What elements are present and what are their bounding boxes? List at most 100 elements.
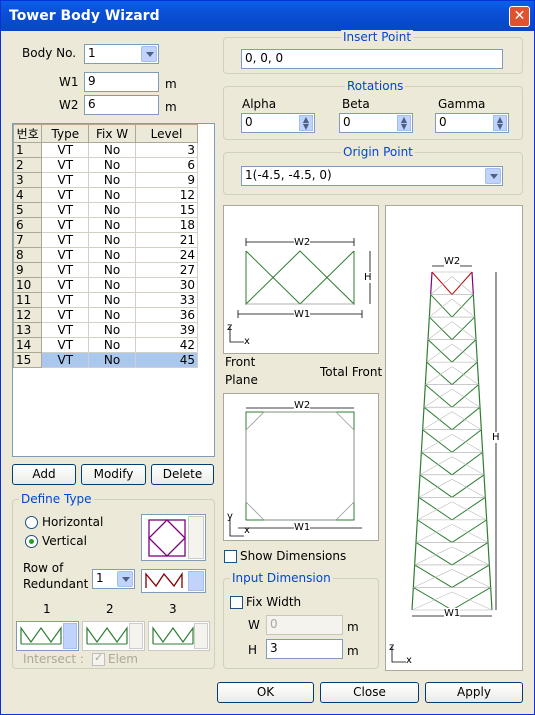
type-cell[interactable]: VT [41,292,90,308]
fixw-cell[interactable]: No [88,337,136,353]
vertical-pattern-select[interactable] [141,569,206,593]
table-row[interactable]: 9 VT No 27 [13,262,199,278]
row-number-cell[interactable]: 13 [13,322,43,338]
level-cell[interactable]: 12 [134,187,199,203]
level-cell[interactable]: 9 [134,172,199,188]
table-row[interactable]: 4 VT No 12 [13,187,199,203]
table-row[interactable]: 11 VT No 33 [13,292,199,308]
type-cell[interactable]: VT [41,277,90,293]
fixw-cell[interactable]: No [88,217,136,233]
level-cell[interactable]: 27 [134,262,199,278]
level-table[interactable]: 번호 Type Fix W Level 1 VT No 3 2 VT No 6 3 VT No 9 4 V… [12,123,215,457]
table-row[interactable]: 13 VT No 39 [13,322,199,338]
row-number-cell[interactable]: 4 [13,187,43,203]
fixw-cell[interactable]: No [88,352,136,368]
chevron-down-icon[interactable] [117,571,133,587]
level-cell[interactable]: 6 [134,157,199,173]
col-header-level[interactable]: Level [134,124,199,143]
apply-button[interactable]: Apply [425,682,523,703]
fixw-cell[interactable]: No [88,277,136,293]
vertical-radio[interactable] [25,535,38,548]
type-cell[interactable]: VT [41,172,90,188]
level-cell[interactable]: 33 [134,292,199,308]
plan-type-select[interactable] [141,514,206,561]
fixw-cell[interactable]: No [88,172,136,188]
row-number-cell[interactable]: 6 [13,217,43,233]
chevron-down-icon[interactable] [63,623,77,649]
modify-button[interactable]: Modify [81,464,146,485]
insert-point-input[interactable]: 0, 0, 0 [241,49,503,69]
fixw-cell[interactable]: No [88,262,136,278]
type-cell[interactable]: VT [41,202,90,218]
level-cell[interactable]: 3 [134,142,199,158]
type-cell[interactable]: VT [41,307,90,323]
add-button[interactable]: Add [12,464,76,485]
type-cell[interactable]: VT [41,262,90,278]
spinner-icon[interactable]: ▲ ▼ [397,115,411,131]
w1-input[interactable]: 9 [84,72,159,92]
fixw-cell[interactable]: No [88,307,136,323]
fixw-cell[interactable]: No [88,247,136,263]
chevron-down-icon[interactable] [188,516,204,559]
level-cell[interactable]: 15 [134,202,199,218]
col-header-fixw[interactable]: Fix W [88,124,136,143]
chevron-down-icon[interactable] [141,46,157,62]
delete-button[interactable]: Delete [151,464,214,485]
fixw-cell[interactable]: No [88,292,136,308]
table-row[interactable]: 6 VT No 18 [13,217,199,233]
row-number-cell[interactable]: 11 [13,292,43,308]
type-cell[interactable]: VT [41,187,90,203]
spinner-icon[interactable]: ▲ ▼ [493,115,507,131]
fixw-cell[interactable]: No [88,232,136,248]
row-number-cell[interactable]: 10 [13,277,43,293]
fixw-cell[interactable]: No [88,202,136,218]
type-cell[interactable]: VT [41,322,90,338]
table-row[interactable]: 1 VT No 3 [13,142,199,158]
row-number-cell[interactable]: 2 [13,157,43,173]
fix-width-checkbox[interactable] [230,596,243,609]
fixw-cell[interactable]: No [88,157,136,173]
beta-input[interactable]: 0 ▲ ▼ [339,113,413,133]
table-row[interactable]: 14 VT No 42 [13,337,199,353]
redundant-select[interactable]: 1 [92,569,135,589]
row-number-cell[interactable]: 5 [13,202,43,218]
type-cell[interactable]: VT [41,352,90,368]
level-cell[interactable]: 30 [134,277,199,293]
spinner-icon[interactable]: ▲ ▼ [299,115,313,131]
fixw-cell[interactable]: No [88,142,136,158]
w2-input[interactable]: 6 [84,95,159,115]
row-number-cell[interactable]: 15 [13,352,43,368]
level-cell[interactable]: 39 [134,322,199,338]
row-number-cell[interactable]: 12 [13,307,43,323]
chevron-down-icon[interactable] [485,168,501,184]
close-button[interactable]: Close [320,682,419,703]
gamma-input[interactable]: 0 ▲ ▼ [435,113,509,133]
type-cell[interactable]: VT [41,337,90,353]
level-cell[interactable]: 42 [134,337,199,353]
row-number-cell[interactable]: 3 [13,172,43,188]
level-cell[interactable]: 18 [134,217,199,233]
level-cell[interactable]: 36 [134,307,199,323]
row-number-cell[interactable]: 8 [13,247,43,263]
col-header-no[interactable]: 번호 [13,124,43,143]
origin-point-select[interactable]: 1(-4.5, -4.5, 0) [241,166,503,186]
pattern-select-1[interactable] [16,621,79,651]
type-cell[interactable]: VT [41,157,90,173]
fixw-cell[interactable]: No [88,187,136,203]
table-row[interactable]: 15 VT No 45 [13,352,199,368]
table-row[interactable]: 3 VT No 9 [13,172,199,188]
close-icon[interactable]: ✕ [509,6,530,27]
table-row[interactable]: 7 VT No 21 [13,232,199,248]
type-cell[interactable]: VT [41,142,90,158]
level-cell[interactable]: 21 [134,232,199,248]
table-row[interactable]: 8 VT No 24 [13,247,199,263]
table-row[interactable]: 12 VT No 36 [13,307,199,323]
show-dimensions-checkbox[interactable] [224,550,237,563]
row-number-cell[interactable]: 9 [13,262,43,278]
row-number-cell[interactable]: 1 [13,142,43,158]
table-row[interactable]: 2 VT No 6 [13,157,199,173]
ok-button[interactable]: OK [217,682,314,703]
col-header-type[interactable]: Type [41,124,90,143]
fixw-cell[interactable]: No [88,322,136,338]
type-cell[interactable]: VT [41,247,90,263]
